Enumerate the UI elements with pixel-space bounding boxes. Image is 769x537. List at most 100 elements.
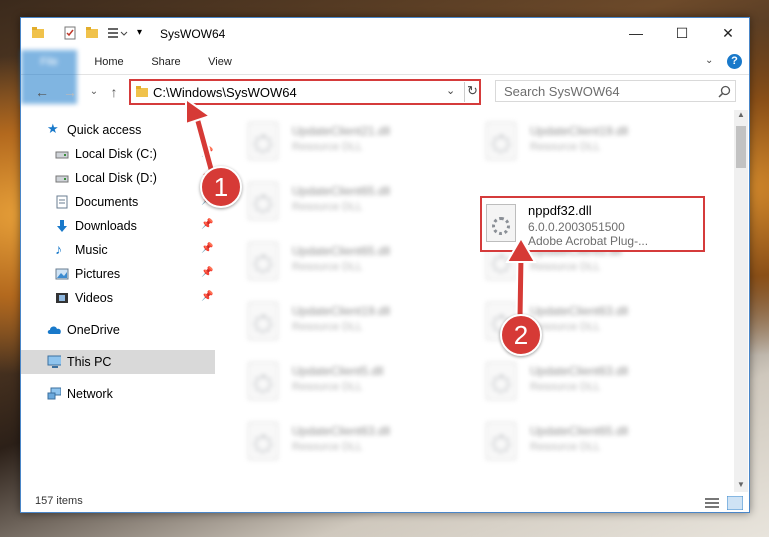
list-item[interactable]: UpdateClient19.dll Resource DLL xyxy=(242,296,462,350)
drive-icon xyxy=(55,151,69,159)
sidebar-item-this-pc[interactable]: This PC xyxy=(21,350,215,374)
help-icon[interactable]: ? xyxy=(727,54,742,69)
download-icon xyxy=(57,220,67,232)
dll-file-icon xyxy=(486,422,516,460)
pictures-icon xyxy=(55,268,69,280)
sidebar-item-downloads[interactable]: Downloads 📌 xyxy=(21,214,215,238)
pin-icon[interactable]: 📌 xyxy=(201,147,213,158)
back-button[interactable]: ← xyxy=(33,83,51,101)
file-type: Resource DLL xyxy=(530,141,601,153)
highlighted-file-item[interactable]: nppdf32.dll 6.0.0.2003051500 Adobe Acrob… xyxy=(480,196,705,252)
pin-icon[interactable]: 📌 xyxy=(201,267,213,278)
file-version: 6.0.0.2003051500 xyxy=(528,220,625,234)
pc-icon xyxy=(47,355,61,368)
list-item[interactable]: UpdateClient5.dll Resource DLL xyxy=(242,356,462,410)
forward-button[interactable]: → xyxy=(61,83,79,101)
sidebar-item-network[interactable]: Network xyxy=(21,382,215,406)
scroll-down-icon[interactable]: ▼ xyxy=(737,480,745,489)
window-title: SysWOW64 xyxy=(160,27,226,41)
sidebar-item-label: Network xyxy=(67,387,113,401)
pin-icon[interactable]: 📌 xyxy=(201,243,213,254)
sidebar-item-documents[interactable]: Documents 📌 xyxy=(21,190,215,214)
sidebar-item-label: Music xyxy=(75,243,108,257)
file-type: Resource DLL xyxy=(292,321,363,333)
dll-file-icon xyxy=(486,122,516,160)
step-2-badge: 2 xyxy=(500,314,542,356)
scrollbar-thumb[interactable] xyxy=(736,126,746,168)
pin-icon[interactable]: 📌 xyxy=(201,291,213,302)
file-name: UpdateClient65.dll xyxy=(292,244,391,258)
file-type: Resource DLL xyxy=(530,381,601,393)
sidebar-item-label: Local Disk (C:) xyxy=(75,147,157,161)
file-name: UpdateClient19.dll xyxy=(530,124,629,138)
vertical-scrollbar[interactable]: ▲ ▼ xyxy=(734,110,748,492)
file-explorer-window: ▾ SysWOW64 — ☐ ✕ File Home Share View ⌄ … xyxy=(20,17,750,513)
pin-icon[interactable]: 📌 xyxy=(201,219,213,230)
music-icon: ♪ xyxy=(55,241,62,257)
chevron-down-icon[interactable]: ⌄ xyxy=(446,84,455,97)
sidebar-item-videos[interactable]: Videos 📌 xyxy=(21,286,215,310)
file-name: UpdateClient63.dll xyxy=(530,364,629,378)
recent-locations-button[interactable]: ⌄ xyxy=(85,83,103,101)
dll-file-icon xyxy=(248,122,278,160)
search-input[interactable]: Search SysWOW64 xyxy=(504,84,620,99)
maximize-button[interactable]: ☐ xyxy=(659,18,705,48)
network-icon xyxy=(47,387,61,400)
address-path: C:\Windows\SysWOW64 xyxy=(153,85,297,100)
list-item[interactable]: UpdateClient21.dll Resource DLL xyxy=(242,116,462,170)
refresh-icon[interactable]: ↻ xyxy=(467,83,478,99)
file-type: Resource DLL xyxy=(292,261,363,273)
file-name: UpdateClient65.dll xyxy=(292,184,391,198)
address-bar[interactable]: C:\Windows\SysWOW64 ⌄ ↻ xyxy=(129,79,481,105)
details-view-icon[interactable] xyxy=(705,497,719,509)
divider xyxy=(464,82,465,102)
cloud-icon xyxy=(47,326,61,334)
chevron-down-icon[interactable]: ▾ xyxy=(137,27,142,38)
scroll-up-icon[interactable]: ▲ xyxy=(737,110,745,119)
list-item[interactable]: UpdateClient65.dll Resource DLL xyxy=(242,236,462,290)
sidebar-item-local-disk-d[interactable]: Local Disk (D:) 📌 xyxy=(21,166,215,190)
tab-view[interactable]: View xyxy=(197,50,243,74)
file-description: Adobe Acrobat Plug-... xyxy=(528,234,649,248)
step-1-badge: 1 xyxy=(200,166,242,208)
properties-icon[interactable] xyxy=(63,26,77,40)
sidebar-item-quick-access[interactable]: ★ Quick access xyxy=(21,118,215,142)
file-name: UpdateClient5.dll xyxy=(292,364,384,378)
drive-icon xyxy=(55,175,69,183)
list-item[interactable]: UpdateClient63.dll Resource DLL xyxy=(242,416,462,470)
sidebar-item-local-disk-c[interactable]: Local Disk (C:) 📌 xyxy=(21,142,215,166)
list-item[interactable]: UpdateClient19.dll Resource DLL xyxy=(480,116,700,170)
list-item[interactable]: UpdateClient63.dll Resource DLL xyxy=(480,356,700,410)
dll-file-icon xyxy=(248,242,278,280)
sidebar-item-pictures[interactable]: Pictures 📌 xyxy=(21,262,215,286)
tab-share[interactable]: Share xyxy=(141,50,191,74)
sidebar-item-label: Pictures xyxy=(75,267,121,281)
large-icons-view-icon[interactable] xyxy=(727,496,743,510)
file-type: Resource DLL xyxy=(292,141,363,153)
ribbon-tabs: File Home Share View ⌄ ? xyxy=(21,50,749,104)
search-box[interactable]: Search SysWOW64 xyxy=(495,80,736,102)
tab-home[interactable]: Home xyxy=(83,50,135,74)
file-type: Resource DLL xyxy=(292,201,363,213)
sidebar-item-label: Videos xyxy=(75,291,113,305)
file-name: UpdateClient63.dll xyxy=(292,424,391,438)
videos-icon xyxy=(56,293,68,303)
file-name: nppdf32.dll xyxy=(528,203,592,218)
close-button[interactable]: ✕ xyxy=(705,18,751,48)
dll-file-icon xyxy=(248,302,278,340)
file-name: UpdateClient19.dll xyxy=(292,304,391,318)
sidebar-item-music[interactable]: ♪ Music 📌 xyxy=(21,238,215,262)
customize-toolbar-icon[interactable] xyxy=(107,26,129,40)
sidebar-item-onedrive[interactable]: OneDrive xyxy=(21,318,215,342)
list-item[interactable]: UpdateClient65.dll Resource DLL xyxy=(242,176,462,230)
up-button[interactable]: ↑ xyxy=(105,83,123,101)
search-icon[interactable] xyxy=(718,85,731,98)
item-count: 157 items xyxy=(35,495,83,507)
folder-icon xyxy=(136,86,148,97)
new-folder-icon[interactable] xyxy=(85,26,99,40)
list-item[interactable]: UpdateClient65.dll Resource DLL xyxy=(480,416,700,470)
navigation-pane: ★ Quick access Local Disk (C:) 📌 Local D… xyxy=(21,110,217,494)
expand-ribbon-icon[interactable]: ⌄ xyxy=(705,55,713,66)
minimize-button[interactable]: — xyxy=(613,18,659,48)
file-type: Resource DLL xyxy=(292,441,363,453)
